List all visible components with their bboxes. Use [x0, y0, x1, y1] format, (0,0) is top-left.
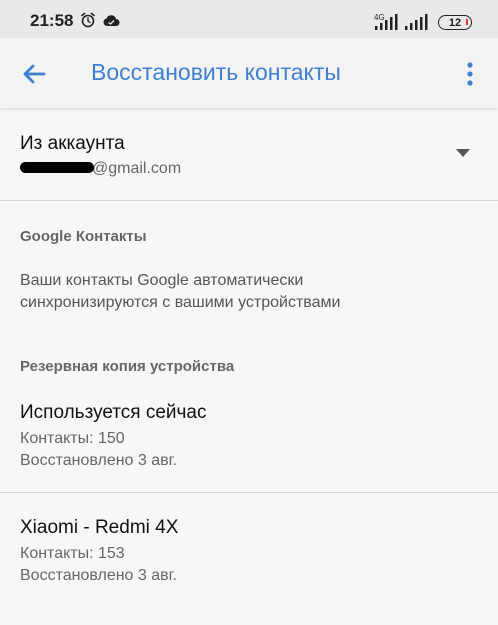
description-line: синхронизируются с вашими устройствами — [20, 294, 341, 311]
battery-level: 12 — [448, 16, 462, 29]
backup-item-contacts: Контакты: 153 — [20, 545, 125, 562]
description-line: Ваши контакты Google автоматически — [20, 272, 304, 289]
divider — [0, 200, 498, 201]
status-bar: 21:58 4G 12 — [0, 0, 498, 38]
google-contacts-description: Ваши контакты Google автоматически синхр… — [20, 270, 480, 314]
divider — [0, 492, 498, 493]
account-selector[interactable]: Из аккаунта @gmail.com — [0, 116, 498, 200]
account-email: @gmail.com — [20, 160, 181, 178]
triangle-down-icon[interactable] — [456, 149, 470, 157]
google-contacts-header: Google Контакты — [20, 228, 147, 245]
toolbar: Восстановить контакты — [0, 38, 498, 108]
backup-item-restored: Восстановлено 3 авг. — [20, 567, 177, 584]
page-title: Восстановить контакты — [91, 59, 341, 85]
account-email-suffix: @gmail.com — [92, 160, 182, 177]
backup-item-title: Xiaomi - Redmi 4X — [20, 517, 179, 538]
account-label: Из аккаунта — [20, 133, 125, 154]
battery-icon: 12 — [438, 15, 472, 30]
alarm-icon — [81, 12, 95, 28]
more-vert-icon[interactable] — [460, 60, 480, 88]
cloud-icon — [103, 15, 120, 26]
restore-contacts-screen: 21:58 4G 12 Восстановить контакты Из акк… — [0, 0, 498, 625]
backup-item-current[interactable]: Используется сейчас Контакты: 150 Восста… — [0, 402, 498, 492]
redacted-email-username — [20, 162, 94, 174]
backup-item-redmi[interactable]: Xiaomi - Redmi 4X Контакты: 153 Восстано… — [0, 517, 498, 607]
backup-item-title: Используется сейчас — [20, 402, 207, 423]
arrow-left-icon[interactable] — [18, 58, 50, 90]
signal-icon — [404, 14, 428, 30]
backup-item-contacts: Контакты: 150 — [20, 430, 125, 447]
status-indicators: 4G 12 — [374, 10, 472, 30]
signal-icon: 4G — [374, 14, 398, 30]
status-time: 21:58 — [30, 11, 74, 30]
device-backup-header: Резервная копия устройства — [20, 358, 235, 375]
backup-item-restored: Восстановлено 3 авг. — [20, 452, 177, 469]
